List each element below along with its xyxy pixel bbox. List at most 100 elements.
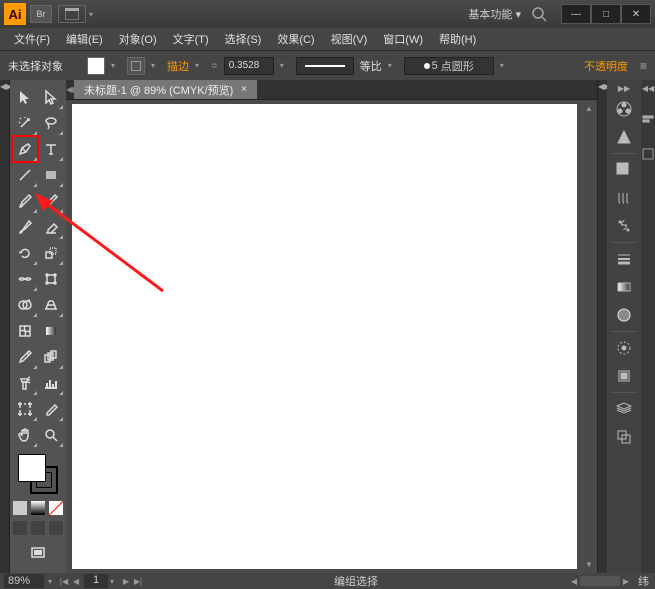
- menu-effect[interactable]: 效果(C): [269, 28, 322, 50]
- color-mode-button[interactable]: [12, 500, 28, 516]
- blend-tool[interactable]: [38, 344, 64, 370]
- magic-wand-tool[interactable]: [12, 110, 38, 136]
- fill-stroke-indicator[interactable]: [18, 454, 58, 494]
- color-guide-panel-icon[interactable]: [610, 123, 638, 151]
- stroke-swatch[interactable]: [127, 57, 145, 75]
- canvas[interactable]: [72, 104, 577, 569]
- transform-flyout-icon[interactable]: [641, 147, 655, 161]
- symbol-sprayer-tool[interactable]: [12, 370, 38, 396]
- close-button[interactable]: ✕: [621, 4, 651, 24]
- slice-tool[interactable]: [38, 396, 64, 422]
- menu-object[interactable]: 对象(O): [111, 28, 165, 50]
- width-tool[interactable]: [12, 266, 38, 292]
- menu-edit[interactable]: 编辑(E): [58, 28, 111, 50]
- eraser-tool[interactable]: [38, 214, 64, 240]
- minimize-button[interactable]: —: [561, 4, 591, 24]
- brushes-panel-icon[interactable]: [610, 184, 638, 212]
- menu-text[interactable]: 文字(T): [165, 28, 217, 50]
- symbols-panel-icon[interactable]: [610, 212, 638, 240]
- gradient-tool[interactable]: [38, 318, 64, 344]
- scale-dropdown[interactable]: ▾: [388, 61, 398, 70]
- stroke-weight-drop[interactable]: ▾: [280, 61, 290, 70]
- panel-collapse-icon[interactable]: ▶▶: [618, 84, 630, 93]
- far-right-collapse-icon[interactable]: ◀◀: [642, 84, 654, 93]
- stroke-label[interactable]: 描边: [167, 58, 189, 74]
- prev-artboard-button[interactable]: ◀: [70, 577, 82, 586]
- zoom-dropdown[interactable]: ▾: [48, 577, 58, 586]
- scroll-down-icon[interactable]: ▼: [585, 560, 593, 569]
- selection-tool[interactable]: [12, 84, 38, 110]
- type-tool[interactable]: [38, 136, 64, 162]
- tab-collapse-icon[interactable]: ◀▶: [66, 85, 74, 94]
- stroke-weight-stepper[interactable]: ≎: [211, 61, 218, 70]
- hand-tool[interactable]: [12, 422, 38, 448]
- paintbrush-tool[interactable]: [12, 188, 38, 214]
- direct-selection-tool[interactable]: [38, 84, 64, 110]
- close-tab-icon[interactable]: ×: [241, 84, 247, 95]
- zoom-level-input[interactable]: 89%: [4, 574, 44, 588]
- screen-mode-button[interactable]: [25, 540, 51, 566]
- options-menu-icon[interactable]: ≡: [640, 59, 647, 73]
- shape-builder-tool[interactable]: [12, 292, 38, 318]
- collapse-left-icon[interactable]: ◀▶: [0, 82, 9, 91]
- swatches-panel-icon[interactable]: [610, 156, 638, 184]
- draw-normal-button[interactable]: [12, 520, 28, 536]
- perspective-grid-tool[interactable]: [38, 292, 64, 318]
- lasso-tool[interactable]: [38, 110, 64, 136]
- bridge-badge[interactable]: Br: [30, 5, 52, 23]
- menu-help[interactable]: 帮助(H): [431, 28, 484, 50]
- menu-select[interactable]: 选择(S): [217, 28, 270, 50]
- rotate-tool[interactable]: [12, 240, 38, 266]
- document-tab[interactable]: 未标题-1 @ 89% (CMYK/预览) ×: [74, 80, 257, 99]
- first-artboard-button[interactable]: |◀: [58, 577, 70, 586]
- align-flyout-icon[interactable]: [641, 113, 655, 127]
- artboard-dropdown[interactable]: ▾: [110, 577, 120, 586]
- appearance-panel-icon[interactable]: [610, 334, 638, 362]
- opacity-label[interactable]: 不透明度: [584, 58, 628, 74]
- collapse-right-icon[interactable]: ◀▶: [598, 82, 607, 91]
- artboards-panel-icon[interactable]: [610, 423, 638, 451]
- artboard-tool[interactable]: [12, 396, 38, 422]
- menu-file[interactable]: 文件(F): [6, 28, 58, 50]
- hscroll-left-button[interactable]: ◀: [568, 577, 580, 586]
- hscroll-right-button[interactable]: ▶: [620, 577, 632, 586]
- brush-preview[interactable]: 5 点圆形: [404, 57, 494, 75]
- artboard-number-input[interactable]: 1: [84, 574, 108, 588]
- column-graph-tool[interactable]: [38, 370, 64, 396]
- zoom-tool[interactable]: [38, 422, 64, 448]
- line-segment-tool[interactable]: [12, 162, 38, 188]
- draw-behind-button[interactable]: [30, 520, 46, 536]
- gradient-mode-button[interactable]: [30, 500, 46, 516]
- last-artboard-button[interactable]: ▶|: [132, 577, 144, 586]
- scroll-up-icon[interactable]: ▲: [585, 104, 593, 113]
- none-mode-button[interactable]: [48, 500, 64, 516]
- graphic-styles-panel-icon[interactable]: [610, 362, 638, 390]
- draw-inside-button[interactable]: [48, 520, 64, 536]
- maximize-button[interactable]: □: [591, 4, 621, 24]
- stroke-label-drop[interactable]: ▾: [195, 61, 205, 70]
- next-artboard-button[interactable]: ▶: [120, 577, 132, 586]
- color-panel-icon[interactable]: [610, 95, 638, 123]
- eyedropper-tool[interactable]: [12, 344, 38, 370]
- stroke-panel-icon[interactable]: [610, 245, 638, 273]
- stroke-style-preview[interactable]: [296, 57, 354, 75]
- workspace-switcher[interactable]: 基本功能 ▾: [468, 6, 521, 22]
- stroke-dropdown[interactable]: ▾: [151, 61, 161, 70]
- horizontal-scrollbar[interactable]: [580, 576, 620, 586]
- layout-dropdown[interactable]: [58, 5, 86, 23]
- menu-window[interactable]: 窗口(W): [375, 28, 431, 50]
- rectangle-tool[interactable]: [38, 162, 64, 188]
- stroke-weight-input[interactable]: [224, 57, 274, 75]
- scale-tool[interactable]: [38, 240, 64, 266]
- gradient-panel-icon[interactable]: [610, 273, 638, 301]
- menu-view[interactable]: 视图(V): [323, 28, 376, 50]
- fill-color-box[interactable]: [18, 454, 46, 482]
- pen-tool[interactable]: [12, 136, 38, 162]
- fill-swatch[interactable]: [87, 57, 105, 75]
- brush-dropdown[interactable]: ▾: [500, 61, 510, 70]
- vertical-scrollbar[interactable]: ▲ ▼: [581, 100, 597, 573]
- layers-panel-icon[interactable]: [610, 395, 638, 423]
- mesh-tool[interactable]: [12, 318, 38, 344]
- blob-brush-tool[interactable]: [12, 214, 38, 240]
- pencil-tool[interactable]: [38, 188, 64, 214]
